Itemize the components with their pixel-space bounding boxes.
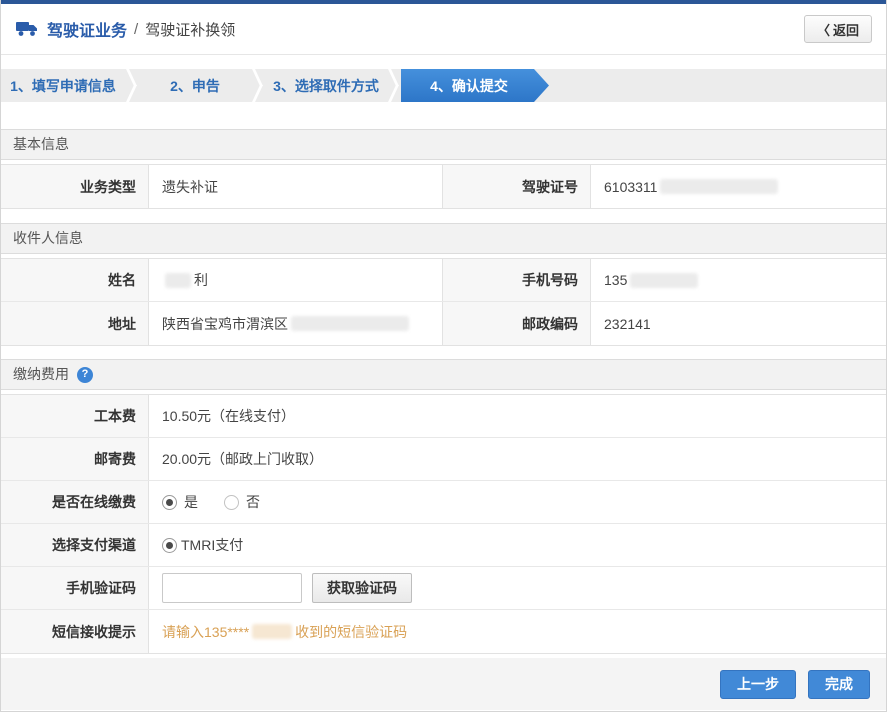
sms-hint-value: 请输入135**** 收到的短信验证码: [149, 610, 886, 653]
phone-value: 135: [591, 259, 886, 301]
header: 驾驶证业务 / 驾驶证补换领 〈 返回: [1, 4, 886, 55]
step-separator-icon: [251, 69, 265, 102]
sms-hint-label: 短信接收提示: [1, 610, 149, 653]
sms-hint-suffix: 收到的短信验证码: [295, 622, 407, 642]
radio-yes-icon[interactable]: [162, 495, 177, 510]
sms-code-label: 手机验证码: [1, 567, 149, 609]
section-title-payment: 缴纳费用 ?: [1, 359, 886, 390]
help-icon[interactable]: ?: [77, 367, 93, 383]
recipient-info-title-text: 收件人信息: [13, 224, 83, 253]
table-row: 地址 陕西省宝鸡市渭滨区 邮政编码 232141: [1, 302, 886, 345]
name-suffix: 利: [194, 270, 208, 290]
payment-table: 工本费 10.50元（在线支付） 邮寄费 20.00元（邮政上门收取） 是否在线…: [1, 394, 886, 654]
truck-icon: [15, 20, 39, 38]
table-row: 工本费 10.50元（在线支付）: [1, 395, 886, 438]
redacted-blur: [660, 179, 778, 194]
phone-prefix: 135: [604, 272, 627, 288]
online-pay-label: 是否在线缴费: [1, 481, 149, 523]
radio-option-no[interactable]: 否: [224, 492, 260, 512]
back-chevron-icon: 〈: [817, 20, 830, 39]
redacted-blur: [291, 316, 409, 331]
step-tab-4-active[interactable]: 4、确认提交: [401, 69, 549, 102]
basic-info-title-text: 基本信息: [13, 130, 69, 159]
redacted-blur: [165, 273, 191, 288]
sms-code-input[interactable]: [162, 573, 302, 603]
section-title-basic-info: 基本信息: [1, 129, 886, 160]
breadcrumb-separator: /: [134, 21, 138, 38]
back-button[interactable]: 〈 返回: [804, 15, 872, 43]
radio-tmri-label: TMRI支付: [181, 535, 243, 555]
pay-channel-options: TMRI支付: [149, 524, 886, 566]
radio-yes-label: 是: [184, 492, 198, 512]
table-row: 是否在线缴费 是 否: [1, 481, 886, 524]
redacted-blur: [630, 273, 698, 288]
online-pay-options: 是 否: [149, 481, 886, 523]
license-number-prefix: 6103311: [604, 179, 657, 195]
breadcrumb-current: 驾驶证补换领: [145, 19, 235, 40]
basic-info-table: 业务类型 遗失补证 驾驶证号 6103311: [1, 164, 886, 209]
table-row: 选择支付渠道 TMRI支付: [1, 524, 886, 567]
get-code-button[interactable]: 获取验证码: [312, 573, 412, 603]
finish-button[interactable]: 完成: [808, 670, 870, 699]
pay-channel-label: 选择支付渠道: [1, 524, 149, 566]
redacted-blur: [252, 624, 292, 639]
page: 驾驶证业务 / 驾驶证补换领 〈 返回 1、填写申请信息 2、申告 3、选择取件…: [0, 0, 887, 712]
sms-hint-prefix: 请输入135****: [162, 622, 249, 642]
table-row: 业务类型 遗失补证 驾驶证号 6103311: [1, 165, 886, 208]
radio-option-tmri[interactable]: TMRI支付: [162, 535, 243, 555]
name-value: 利: [149, 259, 443, 301]
postage-fee-value: 20.00元（邮政上门收取）: [149, 438, 886, 480]
main-content: 基本信息 业务类型 遗失补证 驾驶证号 6103311 收件人信息 姓名: [1, 102, 886, 654]
address-label: 地址: [1, 302, 149, 345]
zip-label: 邮政编码: [443, 302, 591, 345]
business-type-label: 业务类型: [1, 165, 149, 208]
radio-option-yes[interactable]: 是: [162, 492, 198, 512]
production-fee-value: 10.50元（在线支付）: [149, 395, 886, 437]
postage-fee-label: 邮寄费: [1, 438, 149, 480]
zip-value: 232141: [591, 302, 886, 345]
business-type-value: 遗失补证: [149, 165, 443, 208]
step-separator-icon: [387, 69, 401, 102]
license-number-value: 6103311: [591, 165, 886, 208]
step-tabs: 1、填写申请信息 2、申告 3、选择取件方式 4、确认提交: [1, 69, 886, 102]
step-separator-icon: [125, 69, 139, 102]
radio-no-icon[interactable]: [224, 495, 239, 510]
back-button-label: 返回: [833, 20, 859, 39]
table-row: 邮寄费 20.00元（邮政上门收取）: [1, 438, 886, 481]
radio-no-label: 否: [246, 492, 260, 512]
phone-label: 手机号码: [443, 259, 591, 301]
table-row: 手机验证码 获取验证码: [1, 567, 886, 610]
section-title-recipient-info: 收件人信息: [1, 223, 886, 254]
footer-action-bar: 上一步 完成: [1, 658, 886, 710]
address-value: 陕西省宝鸡市渭滨区: [149, 302, 443, 345]
table-row: 姓名 利 手机号码 135: [1, 259, 886, 302]
step-tab-3[interactable]: 3、选择取件方式: [265, 69, 387, 102]
step-tab-2[interactable]: 2、申告: [139, 69, 251, 102]
address-prefix: 陕西省宝鸡市渭滨区: [162, 314, 288, 334]
payment-title-text: 缴纳费用: [13, 360, 69, 389]
table-row: 短信接收提示 请输入135**** 收到的短信验证码: [1, 610, 886, 653]
recipient-info-table: 姓名 利 手机号码 135 地址 陕西省宝鸡市渭滨区 邮政编码 23214: [1, 258, 886, 346]
step-tab-1[interactable]: 1、填写申请信息: [1, 69, 125, 102]
previous-step-button[interactable]: 上一步: [720, 670, 796, 699]
radio-tmri-icon[interactable]: [162, 538, 177, 553]
sms-code-field: 获取验证码: [149, 567, 886, 609]
license-number-label: 驾驶证号: [443, 165, 591, 208]
page-title: 驾驶证业务: [47, 17, 127, 41]
name-label: 姓名: [1, 259, 149, 301]
production-fee-label: 工本费: [1, 395, 149, 437]
